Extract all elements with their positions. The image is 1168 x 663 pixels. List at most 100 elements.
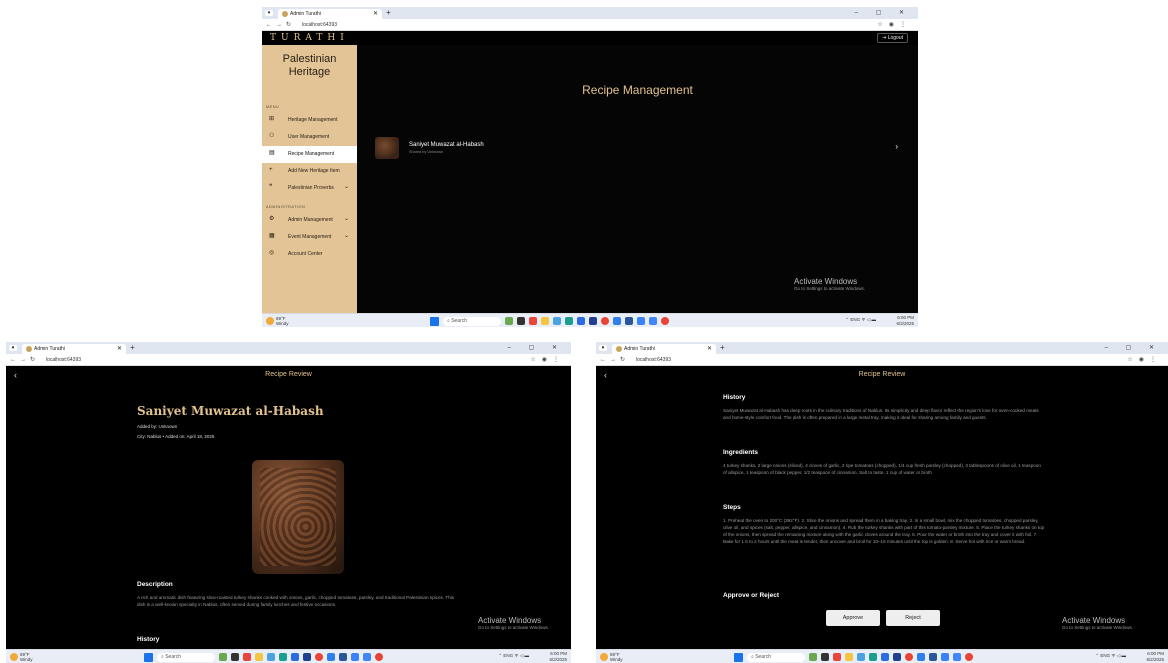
edge-icon[interactable] bbox=[565, 317, 573, 325]
word-icon[interactable] bbox=[929, 653, 937, 661]
chevron-down-icon: ⌄ bbox=[343, 216, 349, 222]
app-icon[interactable] bbox=[577, 317, 585, 325]
chrome-icon[interactable] bbox=[661, 317, 669, 325]
app-icon[interactable] bbox=[881, 653, 889, 661]
word-icon[interactable] bbox=[625, 317, 633, 325]
app-icon[interactable] bbox=[303, 653, 311, 661]
app-icon[interactable] bbox=[363, 653, 371, 661]
system-tray[interactable]: ⌃ ENG ᯤ ◁ ▬ bbox=[1095, 653, 1126, 659]
vscode-icon[interactable] bbox=[613, 317, 621, 325]
app-icon[interactable] bbox=[589, 317, 597, 325]
url-field[interactable]: localhost:64393 bbox=[636, 356, 671, 364]
clock[interactable]: 6:00 PM 6/2/2025 bbox=[896, 315, 914, 327]
windows-start-icon[interactable] bbox=[430, 316, 439, 326]
sidebar-item-users[interactable]: ⚇ User Management bbox=[262, 129, 357, 146]
description-text: A rich and aromatic dish featuring slow-… bbox=[137, 595, 454, 607]
close-tab-icon[interactable]: ✕ bbox=[373, 9, 378, 19]
app-icon[interactable] bbox=[243, 653, 251, 661]
windows-start-icon[interactable] bbox=[734, 652, 743, 662]
app-icon[interactable] bbox=[267, 653, 275, 661]
browser-tab[interactable]: Admin Turathi ✕ bbox=[612, 344, 716, 354]
sidebar-item-recipes[interactable]: ▤ Recipe Management bbox=[262, 146, 357, 163]
chrome-icon[interactable] bbox=[601, 317, 609, 325]
sidebar-item-heritage[interactable]: ⊞ Heritage Management bbox=[262, 112, 357, 129]
tab-search-icon[interactable]: ▾ bbox=[599, 345, 607, 351]
sidebar-item-admins[interactable]: ⚙ Admin Management ⌄ bbox=[262, 212, 357, 229]
url-field[interactable]: localhost:64393 bbox=[46, 356, 81, 364]
weather-widget[interactable]: 69°F Windy bbox=[266, 316, 289, 326]
app-icon[interactable] bbox=[351, 653, 359, 661]
chevron-right-icon[interactable]: › bbox=[895, 142, 898, 151]
browser-actions[interactable]: ☆◉⋮ bbox=[877, 19, 912, 31]
folder-icon[interactable] bbox=[255, 653, 263, 661]
app-icon[interactable] bbox=[219, 653, 227, 661]
clock[interactable]: 6:00 PM 6/2/2025 bbox=[549, 651, 567, 663]
chrome-icon[interactable] bbox=[905, 653, 913, 661]
tab-search-icon[interactable]: ▾ bbox=[9, 345, 17, 351]
app-icon[interactable] bbox=[857, 653, 865, 661]
vscode-icon[interactable] bbox=[327, 653, 335, 661]
nav-buttons[interactable]: ←→↻ bbox=[10, 354, 39, 366]
window-controls[interactable]: – ▢ ✕ bbox=[855, 7, 912, 19]
chrome-icon[interactable] bbox=[375, 653, 383, 661]
app-icon[interactable] bbox=[941, 653, 949, 661]
app-icon[interactable] bbox=[505, 317, 513, 325]
reject-button[interactable]: Reject bbox=[886, 610, 940, 626]
weather-widget[interactable]: 69°F Windy bbox=[10, 652, 33, 662]
app-icon[interactable] bbox=[231, 653, 239, 661]
sidebar-item-proverbs[interactable]: ❝ Palestinian Proverbs ⌄ bbox=[262, 180, 357, 197]
browser-actions[interactable]: ☆◉⋮ bbox=[1127, 354, 1162, 366]
folder-icon[interactable] bbox=[541, 317, 549, 325]
nav-buttons[interactable]: ←→↻ bbox=[266, 19, 295, 31]
sidebar-item-events[interactable]: ▦ Event Management ⌄ bbox=[262, 229, 357, 246]
new-tab-button[interactable]: + bbox=[386, 7, 391, 19]
approve-button[interactable]: Approve bbox=[826, 610, 880, 626]
window-controls[interactable]: – ▢ ✕ bbox=[508, 342, 565, 354]
vscode-icon[interactable] bbox=[917, 653, 925, 661]
app-icon[interactable] bbox=[893, 653, 901, 661]
chrome-icon[interactable] bbox=[315, 653, 323, 661]
city-date: City: Nablus • Added on: April 18, 2025 bbox=[137, 434, 215, 439]
windows-start-icon[interactable] bbox=[144, 652, 153, 662]
app-icon[interactable] bbox=[553, 317, 561, 325]
taskbar-search[interactable]: ⌕ Search bbox=[747, 652, 805, 662]
sidebar-item-add-heritage[interactable]: + Add New Heritage Item bbox=[262, 163, 357, 180]
logout-button[interactable]: ⇥ Logout bbox=[877, 33, 908, 43]
nav-buttons[interactable]: ←→↻ bbox=[600, 354, 629, 366]
app-icon[interactable] bbox=[291, 653, 299, 661]
system-tray[interactable]: ⌃ ENG ᯤ ◁ ▬ bbox=[845, 317, 876, 323]
edge-icon[interactable] bbox=[869, 653, 877, 661]
tab-search-icon[interactable]: ▾ bbox=[265, 10, 273, 16]
new-tab-button[interactable]: + bbox=[720, 342, 725, 354]
chrome-icon[interactable] bbox=[965, 653, 973, 661]
browser-tab[interactable]: Admin Turathi ✕ bbox=[22, 344, 126, 354]
chevron-down-icon: ⌄ bbox=[343, 184, 349, 190]
browser-actions[interactable]: ☆◉⋮ bbox=[530, 354, 565, 366]
recipe-list-item[interactable]: Saniyet Muwazat al-Habash Shared by Unkn… bbox=[375, 137, 900, 161]
app-icon[interactable] bbox=[517, 317, 525, 325]
weather-widget[interactable]: 69°F Windy bbox=[600, 652, 623, 662]
app-icon[interactable] bbox=[809, 653, 817, 661]
clock[interactable]: 6:00 PM 6/2/2025 bbox=[1146, 651, 1164, 663]
app-icon[interactable] bbox=[821, 653, 829, 661]
tab-title: Admin Turathi bbox=[34, 346, 65, 352]
sidebar-item-label: Account Center bbox=[288, 250, 323, 257]
app-icon[interactable] bbox=[833, 653, 841, 661]
sidebar-item-account[interactable]: ◎ Account Center bbox=[262, 246, 357, 263]
new-tab-button[interactable]: + bbox=[130, 342, 135, 354]
system-tray[interactable]: ⌃ ENG ᯤ ◁ ▬ bbox=[498, 653, 529, 659]
close-tab-icon[interactable]: ✕ bbox=[707, 344, 712, 354]
close-tab-icon[interactable]: ✕ bbox=[117, 344, 122, 354]
folder-icon[interactable] bbox=[845, 653, 853, 661]
edge-icon[interactable] bbox=[279, 653, 287, 661]
app-icon[interactable] bbox=[529, 317, 537, 325]
app-icon[interactable] bbox=[953, 653, 961, 661]
app-icon[interactable] bbox=[649, 317, 657, 325]
taskbar-search[interactable]: ⌕ Search bbox=[443, 316, 501, 326]
word-icon[interactable] bbox=[339, 653, 347, 661]
browser-tab[interactable]: Admin Turathi ✕ bbox=[278, 9, 382, 19]
app-icon[interactable] bbox=[637, 317, 645, 325]
window-controls[interactable]: – ▢ ✕ bbox=[1105, 342, 1162, 354]
url-field[interactable]: localhost:64393 bbox=[302, 21, 337, 29]
taskbar-search[interactable]: ⌕ Search bbox=[157, 652, 215, 662]
